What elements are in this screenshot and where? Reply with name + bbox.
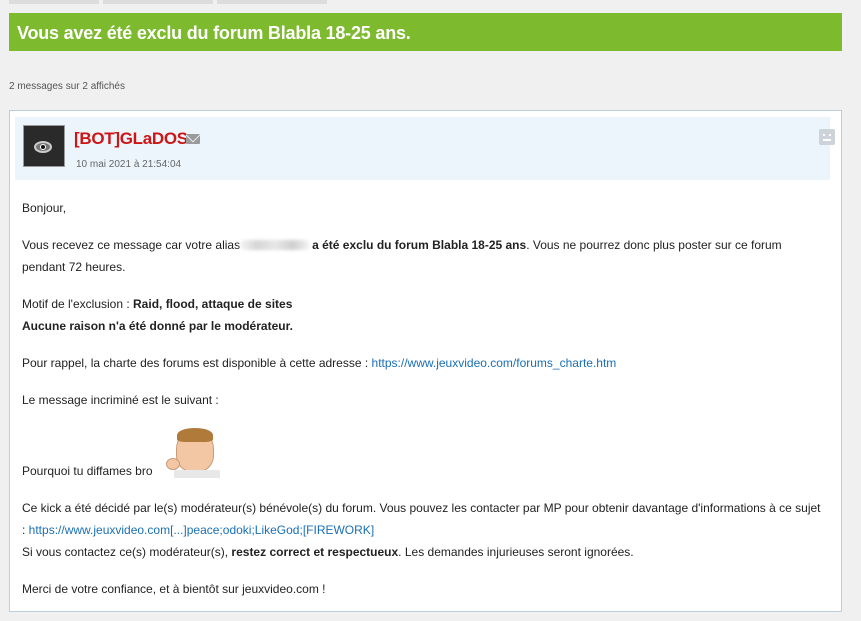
contact-bold: restez correct et respectueux — [231, 545, 399, 559]
author-name[interactable]: [BOT]GLaDOS — [74, 129, 188, 149]
kick-paragraph: Ce kick a été décidé par le(s) modérateu… — [22, 497, 822, 563]
contact-post: . Les demandes injurieuses seront ignoré… — [398, 545, 634, 559]
p1-bold: a été exclu du forum Blabla 18-25 ans — [312, 238, 527, 252]
motif-label: Motif de l'exclusion : — [22, 297, 134, 311]
avatar-pupil — [40, 144, 46, 150]
message-date: 10 mai 2021 à 21:54:04 — [76, 159, 182, 170]
quoted-text: Pourquoi tu diffames bro — [22, 464, 153, 478]
message-body: Bonjour, Vous recevez ce message car vot… — [22, 197, 822, 615]
sticker-hair — [177, 428, 213, 442]
envelope-icon[interactable] — [186, 134, 200, 144]
sticker-hand — [166, 458, 180, 470]
quoted-message: Pourquoi tu diffames bro — [22, 426, 822, 482]
avatar[interactable] — [23, 125, 65, 167]
tab-stub[interactable] — [9, 0, 99, 4]
incrimine-text: Le message incriminé est le suivant : — [22, 393, 219, 407]
closing-text: Merci de votre confiance, et à bientôt s… — [22, 582, 326, 596]
sticker-image — [160, 426, 228, 478]
message-card: [BOT]GLaDOS 10 mai 2021 à 21:54:04 Bonjo… — [9, 110, 842, 612]
kick-link[interactable]: https://www.jeuxvideo.com[...]peace;odok… — [29, 523, 374, 537]
p1-text: Vous recevez ce message car votre alias — [22, 238, 241, 252]
exclusion-paragraph: Vous recevez ce message car votre alias a… — [22, 234, 822, 278]
charte-paragraph: Pour rappel, la charte des forums est di… — [22, 352, 822, 374]
sad-face-icon[interactable] — [819, 129, 835, 145]
message-count: 2 messages sur 2 affichés — [9, 81, 125, 92]
blurred-alias — [240, 240, 311, 250]
message-header: [BOT]GLaDOS 10 mai 2021 à 21:54:04 — [15, 117, 835, 180]
motif-value: Raid, flood, attaque de sites — [133, 297, 293, 311]
tab-stub[interactable] — [217, 0, 327, 4]
contact-pre: Si vous contactez ce(s) modérateur(s), — [22, 545, 232, 559]
tab-stub[interactable] — [103, 0, 213, 4]
motif-paragraph: Motif de l'exclusion : Raid, flood, atta… — [22, 293, 822, 337]
top-tabs — [9, 0, 327, 5]
charte-text: Pour rappel, la charte des forums est di… — [22, 356, 372, 370]
greeting: Bonjour, — [22, 201, 67, 215]
sticker-shirt — [174, 470, 220, 478]
charte-link[interactable]: https://www.jeuxvideo.com/forums_charte.… — [372, 356, 617, 370]
exclusion-banner-title: Vous avez été exclu du forum Blabla 18-2… — [9, 13, 842, 51]
no-reason: Aucune raison n'a été donné par le modér… — [22, 319, 293, 333]
